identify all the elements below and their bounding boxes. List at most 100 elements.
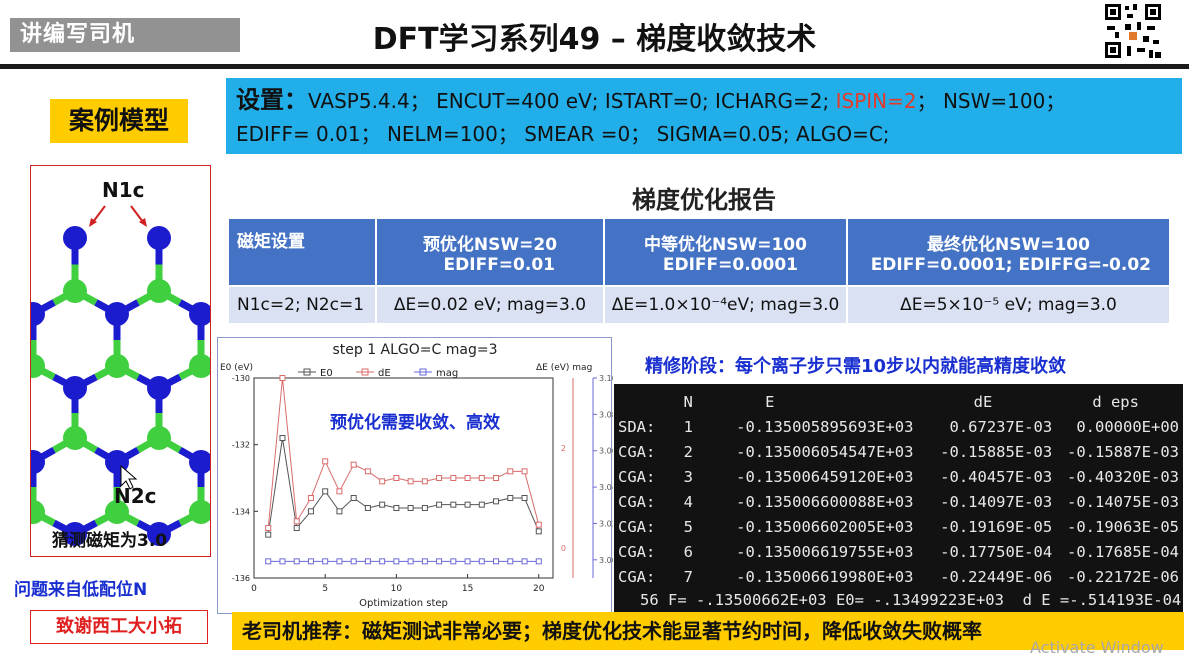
data-point — [478, 501, 485, 508]
mag-tick-label: 3.04 — [599, 483, 613, 492]
terminal-row: CGA: 7 -0.135006619980E+03 -0.22449E-06 -0.2… — [618, 567, 1179, 586]
data-point — [507, 468, 514, 475]
data-point — [364, 468, 371, 475]
report-cell: ΔE=0.02 eV; mag=3.0 — [375, 285, 605, 325]
data-point — [521, 495, 528, 501]
report-header-cell: 磁矩设置 — [227, 217, 377, 287]
data-point — [535, 558, 542, 565]
report-data-row: N1c=2; N2c=1 ΔE=0.02 eV; mag=3.0 ΔE=1.0×… — [227, 285, 1171, 325]
x-axis-label: Optimization step — [359, 598, 448, 609]
terminal-footer: 56 F= -.13500662E+03 E0= -.13499223E+03 … — [640, 591, 1182, 609]
nitrogen-atom — [63, 376, 87, 400]
data-point — [436, 558, 443, 565]
series-line-dE — [267, 377, 540, 529]
data-point — [322, 488, 329, 495]
nitrogen-atom — [105, 302, 129, 326]
legend-label: dE — [378, 368, 391, 379]
data-point — [307, 558, 314, 565]
data-point — [293, 558, 300, 565]
data-point — [350, 558, 357, 565]
terminal-header-row: N EdE d eps — [683, 392, 1139, 411]
boron-atom — [63, 279, 87, 303]
y-tick-label: -136 — [232, 574, 250, 583]
boron-atom — [147, 279, 171, 303]
data-point — [450, 558, 457, 565]
data-point — [493, 498, 500, 505]
boron-atom — [147, 426, 171, 450]
thanks-note: 致谢西工大小拓 — [30, 610, 208, 644]
n2c-label: N2c — [114, 484, 157, 508]
y-axis-label-left: E0 (eV) — [220, 363, 253, 373]
data-point — [350, 461, 357, 468]
chart-annotation: 预优化需要收敛、高效 — [330, 412, 500, 433]
optimization-chart: step 1 ALGO=C mag=3 E0 (eV) ΔE (eV) mag Opt… — [217, 337, 613, 614]
report-header-cell: 中等优化NSW=100 EDIFF=0.0001 — [603, 217, 848, 287]
nitrogen-atom — [147, 376, 171, 400]
data-point — [507, 495, 514, 501]
settings-line-2: EDIFF= 0.01； NELM=100； SMEAR =0； SIGMA=0… — [236, 122, 890, 146]
terminal-row: CGA: 3 -0.135006459120E+03 -0.40457E-03 -0.4… — [618, 467, 1179, 486]
series-line-E0 — [267, 437, 540, 535]
case-model-label: 案例模型 — [50, 99, 188, 143]
data-point — [421, 558, 428, 565]
boron-atom — [105, 354, 129, 378]
data-point — [393, 558, 400, 565]
report-title: 梯度优化报告 — [632, 186, 776, 214]
data-point — [322, 558, 329, 565]
data-point — [393, 475, 400, 481]
data-point — [464, 475, 471, 481]
data-point — [307, 508, 314, 515]
mag-tick-label: 3.08 — [599, 410, 613, 419]
settings-label: 设置： — [236, 86, 308, 114]
nitrogen-atom — [147, 226, 171, 250]
y-tick-label: -134 — [232, 507, 250, 516]
de-tick-label: 2 — [561, 444, 566, 453]
data-point — [464, 501, 471, 508]
data-point — [279, 375, 286, 381]
question-note: 问题来自低配位N — [14, 580, 148, 600]
x-tick-label: 10 — [391, 584, 403, 594]
y-tick-label: -132 — [232, 441, 250, 450]
data-point — [521, 558, 528, 565]
report-cell: N1c=2; N2c=1 — [227, 285, 377, 325]
data-point — [436, 501, 443, 508]
chart-title: step 1 ALGO=C mag=3 — [332, 342, 497, 358]
data-point — [421, 505, 428, 511]
data-point — [364, 558, 371, 565]
data-point — [478, 558, 485, 565]
data-point — [407, 478, 414, 485]
data-point — [336, 488, 343, 495]
terminal-row: CGA: 2 -0.135006054547E+03 -0.15885E-03 -0.1… — [618, 442, 1179, 461]
data-point — [407, 558, 414, 565]
data-point — [493, 475, 500, 481]
data-point — [293, 525, 300, 531]
x-tick-label: 0 — [251, 584, 257, 594]
data-point — [293, 518, 300, 525]
mag-tick-label: 3.02 — [599, 519, 613, 528]
qr-code-icon — [1103, 2, 1163, 60]
data-point — [379, 558, 386, 565]
legend-label: E0 — [320, 368, 333, 379]
x-tick-label: 15 — [462, 584, 473, 594]
data-point — [393, 505, 400, 511]
mag-tick-label: 3.06 — [599, 447, 613, 456]
data-point — [464, 558, 471, 565]
terminal-row: CGA: 4 -0.135006600088E+03 -0.14097E-03 -0.1… — [618, 492, 1179, 511]
magnetic-moment-guess: 猜测磁矩为3.0 — [52, 531, 168, 551]
settings-ispin: ISPIN=2 — [835, 89, 917, 113]
report-header-cell: 最终优化NSW=100 EDIFF=0.0001; EDIFFG=-0.02 — [846, 217, 1171, 287]
report-header-row: 磁矩设置 预优化NSW=20 EDIFF=0.01 中等优化NSW=100 EDIF… — [227, 217, 1171, 287]
nitrogen-atom — [63, 226, 87, 250]
data-point — [265, 525, 272, 531]
de-tick-label: 0 — [561, 544, 566, 553]
report-header-cell: 预优化NSW=20 EDIFF=0.01 — [375, 217, 605, 287]
data-point — [450, 501, 457, 508]
boron-atom — [63, 426, 87, 450]
mag-tick-label: 3.00 — [599, 556, 613, 565]
report-table: 磁矩设置 预优化NSW=20 EDIFF=0.01 中等优化NSW=100 EDIF… — [227, 217, 1171, 325]
y-axis-label-right: ΔE (eV) mag — [536, 363, 592, 373]
report-cell: ΔE=5×10⁻⁵ eV; mag=3.0 — [846, 285, 1171, 325]
data-point — [336, 508, 343, 515]
data-point — [379, 478, 386, 485]
n1c-label: N1c — [102, 178, 145, 202]
